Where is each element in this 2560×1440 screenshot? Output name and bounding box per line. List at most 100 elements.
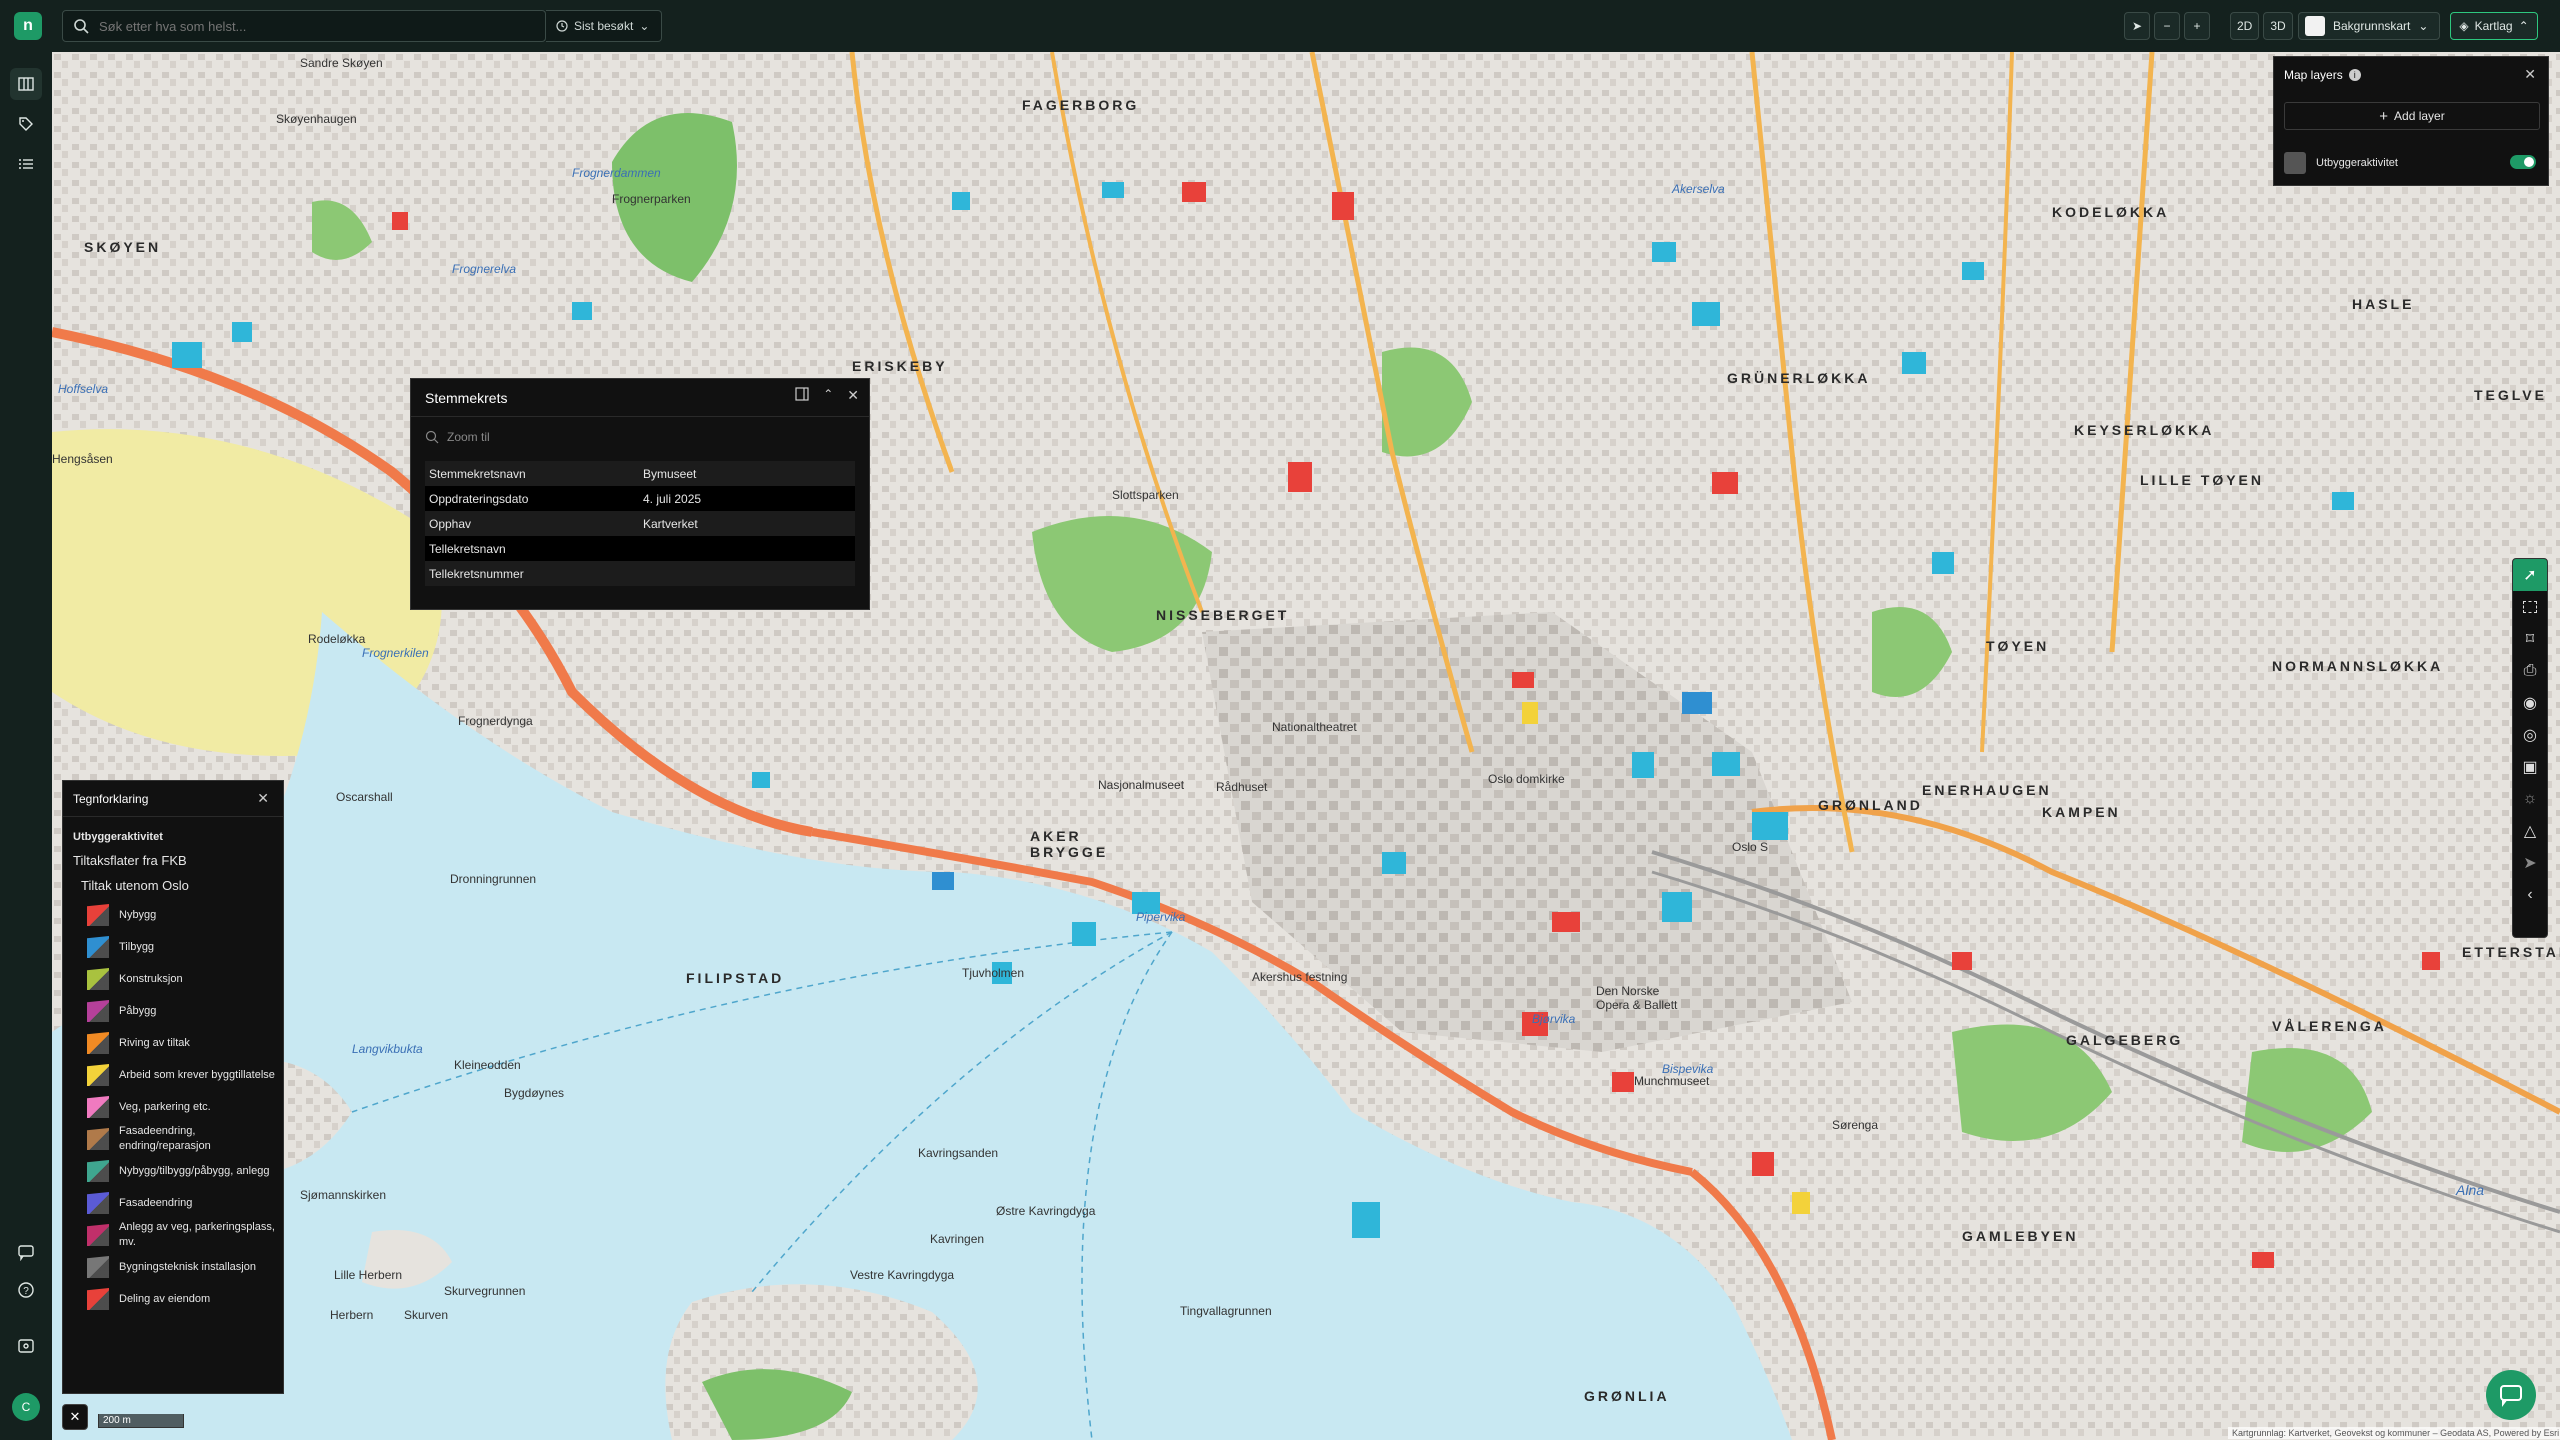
background-map-dropdown[interactable]: Bakgrunnskart ⌄: [2298, 12, 2440, 40]
attribute-key: Stemmekretsnavn: [425, 461, 639, 486]
legend-group: Tiltak utenom Oslo: [81, 878, 189, 893]
attribute-value: Kartverket: [639, 511, 855, 536]
measure-button[interactable]: △: [2513, 815, 2547, 847]
clear-selection-button[interactable]: ✕: [62, 1404, 88, 1430]
list-button[interactable]: [10, 148, 42, 180]
zoom-to-label: Zoom til: [447, 430, 490, 444]
legend-swatch-icon: [87, 936, 109, 958]
close-icon[interactable]: ✕: [2524, 66, 2536, 83]
map-label: Slottsparken: [1112, 488, 1179, 502]
collapse-toolbar-button[interactable]: ‹: [2513, 879, 2547, 911]
chevron-up-icon: ⌃: [2518, 19, 2529, 33]
legend-swatch-icon: [87, 1096, 109, 1118]
close-icon[interactable]: ✕: [257, 790, 269, 807]
chat-button[interactable]: [2486, 1370, 2536, 1420]
map-label: Tjuvholmen: [962, 966, 1025, 980]
legend-item: Fasadeendring: [63, 1187, 283, 1219]
map-label: VÅLERENGA: [2272, 1018, 2387, 1034]
zoom-to-button[interactable]: Zoom til: [411, 417, 869, 457]
legend-swatch-icon: [87, 968, 109, 990]
layer-visibility-toggle[interactable]: [2510, 155, 2536, 169]
popup-title: Stemmekrets: [425, 389, 508, 406]
zoom-out-button[interactable]: −: [2154, 12, 2180, 40]
locate-button[interactable]: ◎: [2513, 719, 2547, 751]
dock-icon[interactable]: [795, 387, 809, 404]
collapse-icon[interactable]: ⌃: [823, 387, 833, 404]
map-tools-toolbar: ➚ ⌑ ⎙ ◉ ◎ ▣ ☼ △ ➤ ‹: [2512, 558, 2548, 938]
layers-title: Map layers: [2284, 68, 2343, 82]
top-bar: n Sist besøkt ⌄ ➤ − + 2D 3D Bakgrunnskar…: [0, 0, 2560, 52]
table-row: Oppdrateringsdato 4. juli 2025: [425, 486, 855, 511]
attribute-key: Oppdrateringsdato: [425, 486, 639, 511]
bookmark-icon: ⌑: [2525, 631, 2535, 648]
legend-item: Riving av tiltak: [63, 1027, 283, 1059]
legend-item: Arbeid som krever byggtillatelse: [63, 1059, 283, 1091]
tags-button[interactable]: [10, 108, 42, 140]
left-rail: ?: [0, 52, 52, 1440]
map-label: Skøyenhaugen: [276, 112, 357, 126]
close-icon[interactable]: ✕: [847, 387, 859, 404]
legend-item: Veg, parkering etc.: [63, 1091, 283, 1123]
legend-swatch-icon: [87, 904, 109, 926]
zoom-in-button[interactable]: +: [2184, 12, 2210, 40]
legend-swatch-icon: [87, 1000, 109, 1022]
message-icon: [18, 1245, 34, 1261]
mode-3d-button[interactable]: 3D: [2263, 12, 2293, 40]
app-logo[interactable]: n: [14, 12, 42, 40]
map-label: Herbern: [330, 1308, 374, 1322]
help-button[interactable]: ?: [10, 1274, 42, 1306]
export-button[interactable]: ▣: [2513, 751, 2547, 783]
info-icon[interactable]: i: [2348, 69, 2361, 81]
svg-text:?: ?: [23, 1286, 29, 1297]
map-label: Oscarshall: [336, 790, 393, 804]
legend-item-label: Deling av eiendom: [119, 1292, 211, 1305]
tag-icon: [19, 117, 33, 131]
map-label: Akerselva: [1672, 182, 1725, 196]
map-label: Langvikbukta: [352, 1042, 423, 1056]
map-canvas[interactable]: FAGERBORG KODELØKKA SKØYEN HASLE GRÜNERL…: [52, 52, 2560, 1440]
attribute-value: 4. juli 2025: [639, 486, 855, 511]
navigate-button[interactable]: ➤: [2513, 847, 2547, 879]
table-row: Stemmekretsnavn Bymuseet: [425, 461, 855, 486]
layer-item[interactable]: Utbyggeraktivitet: [2284, 151, 2540, 175]
print-button[interactable]: ⎙: [2513, 655, 2547, 687]
legend-item-label: Arbeid som krever byggtillatelse: [119, 1068, 275, 1081]
camera-icon: ◉: [2523, 695, 2537, 712]
legend-item: Tilbygg: [63, 931, 283, 963]
daylight-button[interactable]: ☼: [2513, 783, 2547, 815]
search-box[interactable]: [62, 10, 546, 42]
settings-button[interactable]: [10, 1330, 42, 1362]
map-label: Sjømannskirken: [300, 1188, 387, 1202]
select-tool-button[interactable]: ➚: [2513, 559, 2547, 591]
map-view-button[interactable]: [10, 68, 42, 100]
layer-name: Utbyggeraktivitet: [2316, 157, 2398, 169]
legend-item: Påbygg: [63, 995, 283, 1027]
recent-dropdown[interactable]: Sist besøkt ⌄: [546, 10, 662, 42]
legend-item: Nybygg/tilbygg/påbygg, anlegg: [63, 1155, 283, 1187]
attribute-value: [639, 561, 855, 586]
mode-2d-button[interactable]: 2D: [2230, 12, 2260, 40]
legend-item-label: Anlegg av veg, parkeringsplass, mv.: [119, 1221, 275, 1248]
screenshot-button[interactable]: ◉: [2513, 687, 2547, 719]
bookmark-button[interactable]: ⌑: [2513, 623, 2547, 655]
map-label: NORMANNSLØKKA: [2272, 658, 2444, 674]
legend-swatch-icon: [87, 1064, 109, 1086]
map-label: HASLE: [2352, 296, 2415, 312]
user-avatar[interactable]: C: [12, 1393, 40, 1421]
layer-thumbnail-icon: [2284, 152, 2306, 174]
map-label: Kavringen: [930, 1232, 985, 1246]
map-label: FAGERBORG: [1022, 97, 1140, 113]
compass-button[interactable]: ➤: [2124, 12, 2150, 40]
legend-item-label: Riving av tiltak: [119, 1036, 190, 1049]
search-input[interactable]: [97, 17, 517, 35]
map-label: NISSEBERGET: [1156, 607, 1290, 623]
map-label: Frognerkilen: [362, 646, 429, 660]
map-layers-button[interactable]: ◈ Kartlag ⌃: [2450, 12, 2538, 40]
legend-item-label: Tilbygg: [119, 940, 155, 953]
add-layer-button[interactable]: + Add layer: [2284, 102, 2540, 130]
map-label: Den Norske Opera & Ballett: [1596, 984, 1678, 1012]
feedback-button[interactable]: [10, 1236, 42, 1268]
map-label: Alna: [2456, 1182, 2485, 1198]
rectangle-select-button[interactable]: [2513, 591, 2547, 623]
map-label: Kavringsanden: [918, 1146, 999, 1160]
